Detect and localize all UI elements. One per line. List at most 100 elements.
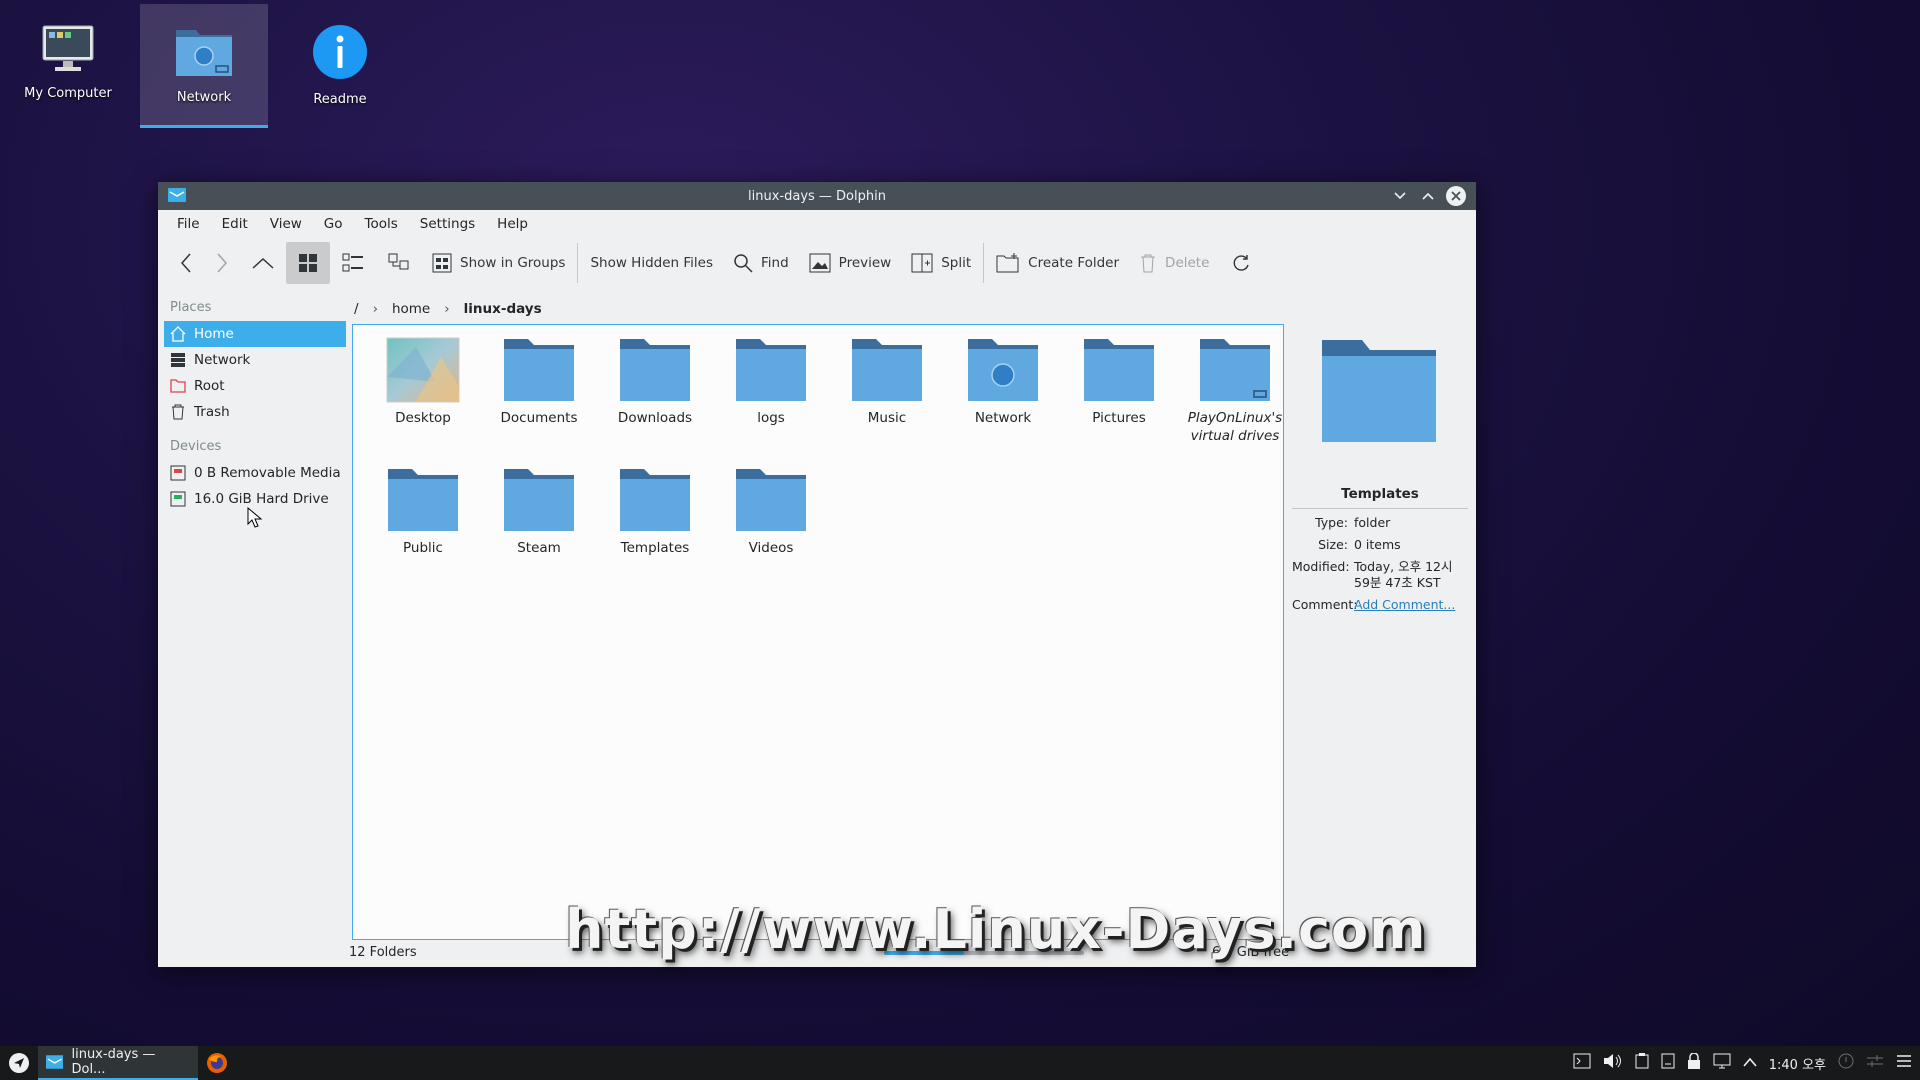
info-modified-value: Today, 오후 12시 59분 47초 KST: [1354, 559, 1453, 590]
network-folder-icon: [176, 30, 232, 76]
home-icon: [170, 326, 186, 342]
places-header: Places: [170, 300, 212, 315]
toolbar-separator: [983, 243, 985, 283]
folder-icon: [620, 339, 690, 401]
clipboard-icon[interactable]: [1635, 1053, 1649, 1073]
reload-button[interactable]: [1219, 242, 1263, 284]
forward-button[interactable]: [204, 242, 240, 284]
maximize-button[interactable]: [1418, 186, 1438, 206]
devices-header: Devices: [170, 439, 222, 454]
volume-icon[interactable]: [1603, 1053, 1623, 1073]
folder-item[interactable]: Desktop: [365, 337, 481, 457]
icons-view-icon: [299, 254, 317, 272]
show-hidden-files-button[interactable]: Show Hidden Files: [580, 242, 723, 284]
trash-icon: [1141, 254, 1156, 273]
device-removable-media[interactable]: 0 B Removable Media: [164, 460, 346, 486]
toolbar: Show in Groups Show Hidden Files Find Pr…: [158, 238, 1476, 288]
clock[interactable]: 1:40 오후: [1769, 1054, 1826, 1073]
breadcrumb-current[interactable]: linux-days: [464, 301, 542, 317]
window-titlebar[interactable]: linux-days — Dolphin: [158, 182, 1476, 210]
folder-item[interactable]: Videos: [713, 467, 829, 587]
dolphin-app-icon[interactable]: [168, 188, 186, 206]
compact-view-button[interactable]: [330, 242, 376, 284]
breadcrumb-root[interactable]: /: [354, 301, 359, 317]
split-button[interactable]: Split: [901, 242, 981, 284]
file-view[interactable]: Desktop Documents Downloads logs Music N…: [352, 324, 1284, 940]
up-button[interactable]: [240, 242, 286, 284]
folder-name: Public: [403, 540, 443, 556]
folder-icon: [736, 469, 806, 531]
folder-item[interactable]: Documents: [481, 337, 597, 457]
show-in-groups-button[interactable]: Show in Groups: [422, 242, 575, 284]
folder-icon: [620, 469, 690, 531]
icons-view-button[interactable]: [286, 242, 330, 284]
back-button[interactable]: [168, 242, 204, 284]
power-icon[interactable]: [1838, 1053, 1854, 1073]
show-hidden-files-label: Show Hidden Files: [590, 255, 713, 271]
folder-item[interactable]: Music: [829, 337, 945, 457]
folder-name: Pictures: [1092, 410, 1146, 426]
device-label: 0 B Removable Media: [194, 465, 341, 481]
folder-icon: [852, 339, 922, 401]
minimize-button[interactable]: [1390, 186, 1410, 206]
taskbar-task-dolphin[interactable]: linux-days — Dol...: [38, 1046, 198, 1080]
info-type-value: folder: [1354, 515, 1391, 530]
create-folder-label: Create Folder: [1028, 255, 1120, 271]
folder-name: Videos: [748, 540, 794, 556]
menu-tools[interactable]: Tools: [354, 216, 409, 232]
place-network[interactable]: Network: [164, 347, 346, 373]
folder-name: Documents: [500, 410, 578, 426]
image-icon: [809, 253, 831, 273]
folder-item[interactable]: PlayOnLinux's virtual drives: [1177, 337, 1293, 457]
folder-item[interactable]: Network: [945, 337, 1061, 457]
system-tray: 1:40 오후: [1573, 1046, 1912, 1080]
menu-settings[interactable]: Settings: [409, 216, 486, 232]
folder-item[interactable]: Downloads: [597, 337, 713, 457]
menu-help[interactable]: Help: [486, 216, 539, 232]
folder-item[interactable]: logs: [713, 337, 829, 457]
lock-icon[interactable]: [1687, 1052, 1701, 1073]
place-root[interactable]: Root: [164, 373, 346, 399]
info-title: Templates: [1292, 486, 1468, 509]
place-label: Network: [194, 352, 251, 368]
create-folder-button[interactable]: Create Folder: [986, 242, 1129, 284]
menu-go[interactable]: Go: [313, 216, 354, 232]
display-icon[interactable]: [1713, 1053, 1731, 1073]
taskbar-task-label: linux-days — Dol...: [71, 1047, 156, 1077]
folder-name: Music: [867, 410, 907, 426]
desktop-icon-readme[interactable]: Readme: [276, 4, 404, 128]
chevron-up-icon[interactable]: [1743, 1056, 1757, 1071]
breadcrumb-home[interactable]: home: [392, 301, 430, 317]
place-label: Trash: [194, 404, 230, 420]
close-button[interactable]: [1446, 186, 1466, 206]
menu-file[interactable]: File: [166, 216, 211, 232]
find-button[interactable]: Find: [723, 242, 799, 284]
desktop-icon-my-computer[interactable]: My Computer: [4, 4, 132, 128]
folder-icon: [388, 469, 458, 531]
place-home[interactable]: Home: [164, 321, 346, 347]
folder-item[interactable]: Steam: [481, 467, 597, 587]
place-trash[interactable]: Trash: [164, 399, 346, 425]
info-comment-label: Comment:: [1292, 597, 1358, 612]
add-comment-link[interactable]: Add Comment...: [1354, 597, 1468, 613]
folder-icon: [1322, 340, 1436, 442]
terminal-icon[interactable]: [1573, 1053, 1591, 1073]
mouse-cursor-icon: [247, 507, 263, 528]
panel-settings-icon[interactable]: [1866, 1053, 1884, 1073]
folder-item[interactable]: Templates: [597, 467, 713, 587]
details-view-icon: [388, 253, 409, 270]
device-notifier-icon[interactable]: [1661, 1053, 1675, 1073]
delete-button[interactable]: Delete: [1129, 242, 1219, 284]
menu-view[interactable]: View: [259, 216, 313, 232]
folder-item[interactable]: Public: [365, 467, 481, 587]
taskbar-task-firefox[interactable]: [198, 1046, 236, 1080]
preview-button[interactable]: Preview: [799, 242, 902, 284]
place-label: Root: [194, 378, 225, 394]
application-launcher-button[interactable]: [0, 1046, 38, 1080]
chevron-down-icon: [1394, 192, 1406, 200]
hamburger-menu-icon[interactable]: [1896, 1054, 1912, 1072]
details-view-button[interactable]: [376, 242, 422, 284]
menu-edit[interactable]: Edit: [211, 216, 259, 232]
desktop-icon-network[interactable]: Network: [140, 4, 268, 128]
folder-item[interactable]: Pictures: [1061, 337, 1177, 457]
